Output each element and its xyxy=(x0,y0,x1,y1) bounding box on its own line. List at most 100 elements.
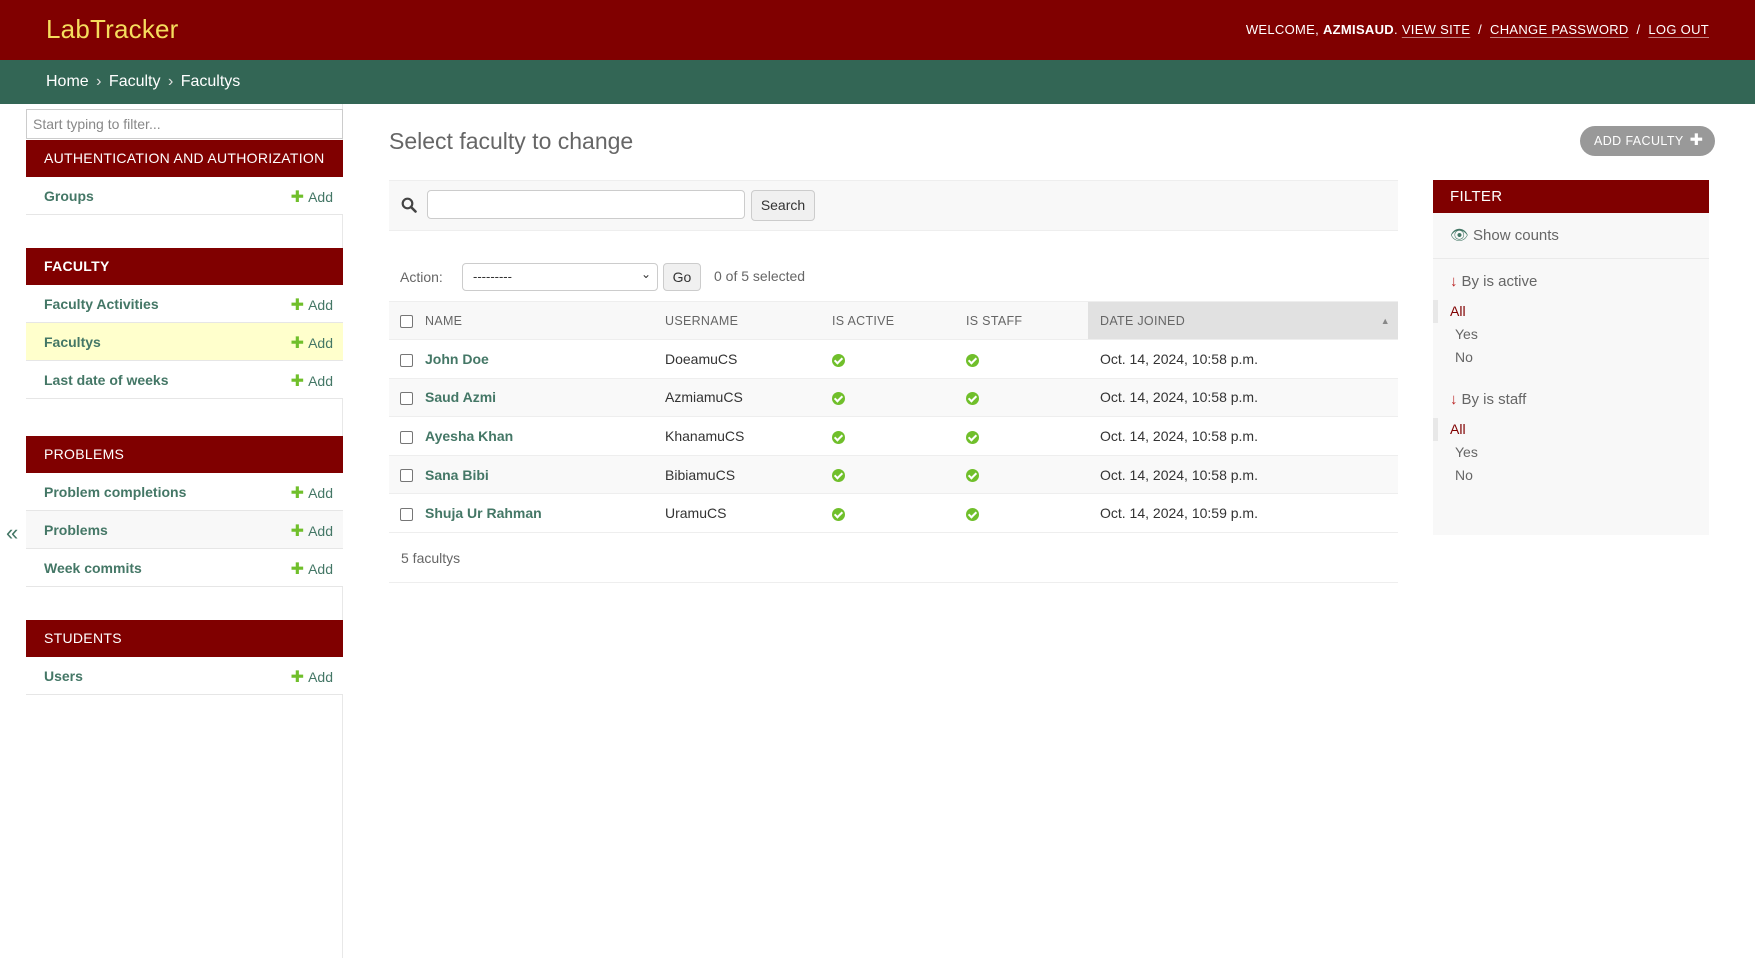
add-link[interactable]: ✚ Add xyxy=(291,333,333,353)
show-counts-label: Show counts xyxy=(1473,227,1559,244)
faculty-link[interactable]: Sana Bibi xyxy=(425,467,489,483)
column-header-is-active[interactable]: Is active xyxy=(832,301,966,340)
filter-group-title[interactable]: ↓ By is staff xyxy=(1433,377,1709,418)
toggle-sidebar-icon[interactable]: « xyxy=(6,520,18,546)
view-site-link[interactable]: VIEW SITE xyxy=(1402,22,1470,37)
row-checkbox[interactable] xyxy=(400,392,413,406)
breadcrumb-faculty[interactable]: Faculty xyxy=(109,73,161,90)
faculty-link[interactable]: Shuja Ur Rahman xyxy=(425,505,542,521)
check-circle-icon xyxy=(966,392,979,406)
change-password-link[interactable]: CHANGE PASSWORD xyxy=(1490,22,1629,37)
header: LabTracker WELCOME, AZMISAUD. VIEW SITE … xyxy=(0,0,1755,60)
sidebar-item-problems[interactable]: Problems ✚ Add xyxy=(26,511,343,549)
app-module-students: Students Users ✚ Add xyxy=(26,620,343,695)
actions-bar: Action: --------- ⌄ Go 0 of 5 selected xyxy=(389,262,1089,292)
name-cell: Sana Bibi xyxy=(425,455,665,495)
add-label: Add xyxy=(308,561,333,577)
add-link[interactable]: ✚ Add xyxy=(291,295,333,315)
add-label: Add xyxy=(308,189,333,205)
plus-icon: ✚ xyxy=(290,373,305,390)
column-header-name[interactable]: Name xyxy=(425,301,665,340)
site-name[interactable]: LabTracker xyxy=(46,14,179,45)
check-circle-icon xyxy=(966,507,979,521)
add-link[interactable]: ✚ Add xyxy=(291,371,333,391)
sidebar-item-users[interactable]: Users ✚ Add xyxy=(26,657,343,695)
go-button[interactable]: Go xyxy=(663,263,701,291)
sidebar-item-label[interactable]: Last date of weeks xyxy=(44,372,169,388)
name-cell: John Doe xyxy=(425,339,665,379)
sidebar-item-label[interactable]: Groups xyxy=(44,188,94,204)
search-button[interactable]: Search xyxy=(751,190,815,221)
sidebar-item-label[interactable]: Users xyxy=(44,668,83,684)
username-cell: BibiamuCS xyxy=(665,455,832,495)
show-counts-link[interactable]: 👁 Show counts xyxy=(1433,213,1709,259)
filter-group-title[interactable]: ↓ By is active xyxy=(1433,259,1709,300)
sidebar-item-label[interactable]: Faculty Activities xyxy=(44,296,159,312)
check-circle-icon xyxy=(966,469,979,483)
column-header-is-staff[interactable]: Is staff xyxy=(966,301,1088,340)
nav-sidebar: Authentication and Authorization Groups … xyxy=(26,104,343,958)
app-caption-problems[interactable]: Problems xyxy=(26,436,343,473)
sidebar-item-groups[interactable]: Groups ✚ Add xyxy=(26,177,343,215)
row-checkbox-cell xyxy=(389,339,425,379)
sidebar-item-last-date-of-weeks[interactable]: Last date of weeks ✚ Add xyxy=(26,361,343,399)
is-staff-cell xyxy=(966,416,1088,456)
sidebar-item-faculty-activities[interactable]: Faculty Activities ✚ Add xyxy=(26,285,343,323)
breadcrumb-separator: › xyxy=(167,73,174,90)
sidebar-item-label[interactable]: Problem completions xyxy=(44,484,186,500)
sidebar-item-label[interactable]: Week commits xyxy=(44,560,142,576)
column-header-date-joined[interactable]: Date joined ▲ xyxy=(1088,301,1398,340)
faculty-link[interactable]: John Doe xyxy=(425,351,489,367)
app-caption-faculty[interactable]: Faculty xyxy=(26,248,343,285)
app-caption-auth[interactable]: Authentication and Authorization xyxy=(26,140,343,177)
add-label: Add xyxy=(308,335,333,351)
breadcrumb-home[interactable]: Home xyxy=(46,73,89,90)
faculty-link[interactable]: Ayesha Khan xyxy=(425,428,513,444)
row-checkbox[interactable] xyxy=(400,507,413,521)
sidebar-item-label[interactable]: Problems xyxy=(44,522,108,538)
filter-option-yes[interactable]: Yes xyxy=(1433,441,1709,464)
result-table: Name Username Is active Is staff Date jo… xyxy=(389,301,1398,533)
chevron-down-icon: ⌄ xyxy=(640,267,651,281)
row-checkbox[interactable] xyxy=(400,353,413,367)
action-select-value: --------- xyxy=(473,269,512,284)
add-link[interactable]: ✚ Add xyxy=(291,559,333,579)
breadcrumb-current: Facultys xyxy=(180,73,241,90)
date-joined-cell: Oct. 14, 2024, 10:58 p.m. xyxy=(1088,378,1398,418)
nav-filter-input[interactable] xyxy=(26,109,343,139)
add-faculty-button[interactable]: ADD FACULTY ✚ xyxy=(1580,126,1716,156)
logout-link[interactable]: LOG OUT xyxy=(1648,22,1709,37)
arrow-down-icon: ↓ xyxy=(1450,391,1458,408)
row-checkbox[interactable] xyxy=(400,469,413,483)
search-input[interactable] xyxy=(427,190,745,219)
filter-option-yes[interactable]: Yes xyxy=(1433,323,1709,346)
sort-ascending-icon[interactable]: ▲ xyxy=(1381,316,1390,326)
add-link[interactable]: ✚ Add xyxy=(291,667,333,687)
add-faculty-label: ADD FACULTY xyxy=(1594,134,1684,148)
sidebar-item-facultys[interactable]: Facultys ✚ Add xyxy=(26,323,343,361)
sidebar-item-label[interactable]: Facultys xyxy=(44,334,101,350)
name-cell: Ayesha Khan xyxy=(425,416,665,456)
sidebar-item-problem-completions[interactable]: Problem completions ✚ Add xyxy=(26,473,343,511)
search-icon xyxy=(401,197,417,213)
filter-options: All Yes No xyxy=(1433,418,1709,495)
action-select[interactable]: --------- ⌄ xyxy=(462,263,658,291)
add-link[interactable]: ✚ Add xyxy=(291,187,333,207)
page-title: Select faculty to change xyxy=(389,128,634,154)
plus-icon: ✚ xyxy=(290,523,305,540)
filter-group-is-staff: ↓ By is staff All Yes No xyxy=(1433,377,1709,495)
add-link[interactable]: ✚ Add xyxy=(291,483,333,503)
filter-option-all[interactable]: All xyxy=(1433,300,1709,323)
faculty-link[interactable]: Saud Azmi xyxy=(425,389,496,405)
filter-option-no[interactable]: No xyxy=(1433,464,1709,487)
filter-option-no[interactable]: No xyxy=(1433,346,1709,369)
add-link[interactable]: ✚ Add xyxy=(291,521,333,541)
check-circle-icon xyxy=(832,392,845,406)
filter-option-all[interactable]: All xyxy=(1433,418,1709,441)
row-checkbox[interactable] xyxy=(400,430,413,444)
breadcrumb: Home › Faculty › Facultys xyxy=(0,60,1755,104)
app-caption-students[interactable]: Students xyxy=(26,620,343,657)
column-header-username[interactable]: Username xyxy=(665,301,832,340)
select-all-checkbox[interactable] xyxy=(400,314,413,328)
sidebar-item-week-commits[interactable]: Week commits ✚ Add xyxy=(26,549,343,587)
